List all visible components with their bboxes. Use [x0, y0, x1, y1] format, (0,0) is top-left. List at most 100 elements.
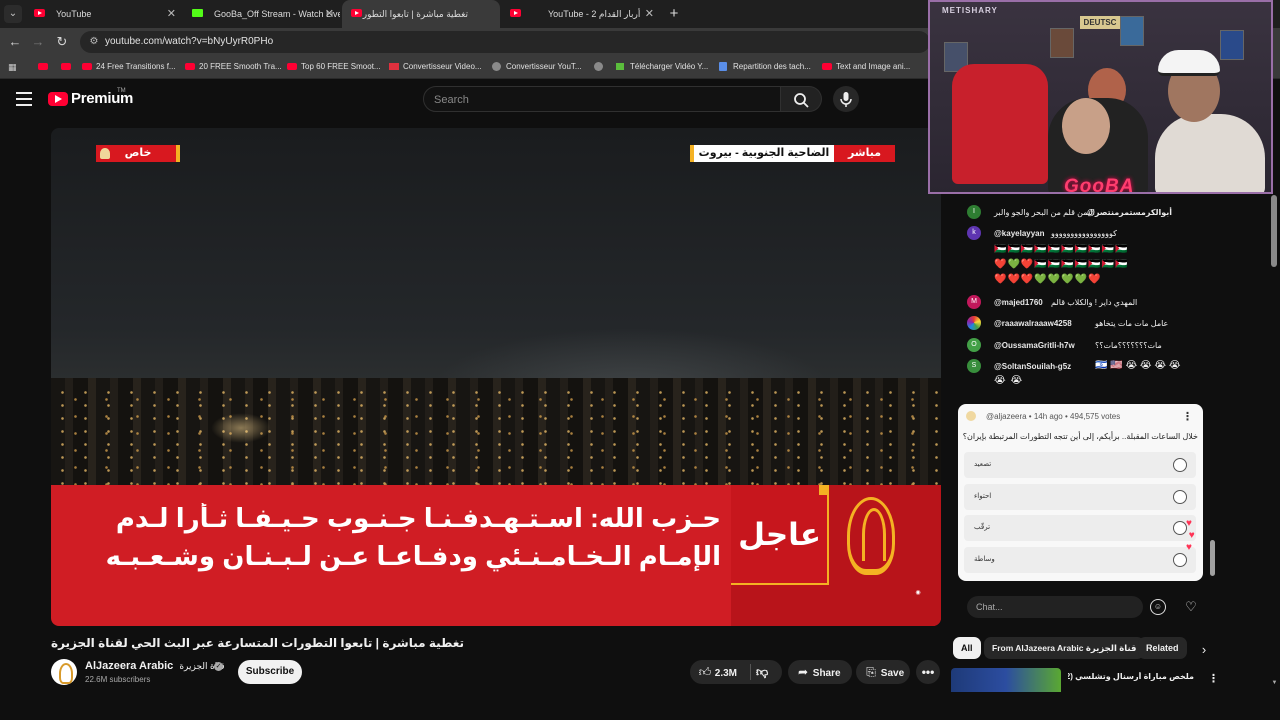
related-video-title[interactable]: ملخص مباراة أرسنال وتشلسي (2-1) | — [1068, 672, 1194, 681]
chat-avatar: M — [967, 295, 981, 309]
chat-user[interactable]: @OussamaGritli-h7w — [994, 341, 1075, 350]
youtube-icon — [82, 63, 92, 70]
chat-avatar: I — [967, 205, 981, 219]
floating-hearts-icon: ♥ ♥ ♥ — [1186, 518, 1195, 553]
site-info-icon[interactable]: ⚙ — [86, 34, 102, 50]
address-bar[interactable]: ⚙ youtube.com/watch?v=bNyUyrR0PHo — [80, 31, 930, 53]
emoji-icon[interactable]: ☺ — [1150, 599, 1166, 615]
chip-all[interactable]: All — [953, 637, 981, 659]
chip-related[interactable]: Related — [1138, 637, 1187, 659]
chat-user[interactable]: @kayelayyan — [994, 229, 1045, 238]
heart-icon[interactable]: ♡ — [1182, 598, 1200, 616]
bookmark[interactable] — [61, 55, 75, 79]
location-label: الضاحية الجنوبية - بيروت — [690, 145, 834, 162]
breaking-news-banner: عاجل حـزب الله: اسـتـهـدفـنـا جـنـوب حـي… — [51, 485, 941, 626]
video-scene-glow — [211, 413, 271, 443]
bookmark-label: 24 Free Transitions f... — [96, 62, 176, 71]
youtube-icon — [61, 63, 71, 70]
close-tab-icon[interactable]: ✕ — [325, 0, 334, 28]
poll-more-icon[interactable]: ⋮ — [1182, 410, 1193, 423]
like-button[interactable]: 👍︎ 2.3M 👎︎ — [690, 660, 782, 684]
channel-name[interactable]: AlJazeera Arabic — [85, 660, 173, 672]
radio-icon[interactable] — [1173, 490, 1187, 504]
channel-avatar[interactable] — [51, 659, 77, 685]
poll-option[interactable]: تصعيد — [964, 452, 1196, 478]
tab-label: تغطية مباشرة | تابعوا التطور — [362, 9, 468, 19]
poll-option[interactable]: ترقّب — [964, 515, 1196, 541]
cam-person — [1155, 114, 1265, 192]
chat-user[interactable]: @أبوالكرمستمرمنتصر — [1087, 208, 1172, 217]
youtube-logo-icon[interactable] — [48, 92, 68, 106]
converter-icon — [492, 62, 501, 71]
close-tab-icon[interactable]: ✕ — [645, 0, 654, 28]
url-text: youtube.com/watch?v=bNyUyrR0PHo — [105, 36, 274, 47]
forward-icon[interactable]: → — [28, 32, 48, 52]
video-player[interactable]: الضاحية الجنوبية - بيروت مباشر خاص عاجل … — [51, 128, 941, 626]
subscribe-button[interactable]: Subscribe — [238, 660, 302, 684]
channel-name-row[interactable]: AlJazeera Arabic قناة الجزيرة — [85, 660, 225, 672]
radio-icon[interactable] — [1173, 458, 1187, 472]
bookmark[interactable]: Repartition des tach... — [719, 55, 811, 79]
chat-user[interactable]: @majed1760 — [994, 298, 1043, 307]
chat-avatar: O — [967, 338, 981, 352]
chat-avatar — [967, 316, 981, 330]
chat-emoji-row: ❤️❤️❤️💚💚💚💚❤️ — [994, 274, 1102, 285]
chat-user[interactable]: @raaawalraaaw4258 — [994, 319, 1072, 328]
download-icon — [616, 63, 624, 70]
chat-input[interactable] — [967, 596, 1143, 618]
z-icon — [389, 63, 399, 70]
scroll-down-icon[interactable]: ▼ — [1271, 680, 1278, 686]
chat-scrollbar[interactable] — [1210, 540, 1215, 576]
poll-option-label: تصعيد — [974, 461, 992, 468]
tab-label: GooBa_Off Stream - Watch Live — [214, 9, 340, 19]
bookmark[interactable]: Top 60 FREE Smoot... — [287, 55, 381, 79]
reload-icon[interactable]: ↻ — [52, 32, 72, 52]
chip-channel[interactable]: From AlJazeera Arabic قناة الجزيرة — [984, 637, 1145, 659]
thumbs-down-icon[interactable]: 👎︎ — [756, 660, 768, 684]
save-button[interactable]: ⎘ Save — [856, 660, 910, 684]
cam-sign: DEUTSC — [1080, 16, 1120, 29]
bookmark[interactable]: Télécharger Vidéo Y... — [616, 55, 708, 79]
bookmark[interactable]: Convertisseur Video... — [389, 55, 482, 79]
poll-option[interactable]: وساطة — [964, 547, 1196, 573]
search-button[interactable] — [781, 86, 822, 112]
chat-user[interactable]: @SoltanSouilah-g5z — [994, 362, 1071, 371]
more-actions-icon[interactable]: ••• — [916, 660, 940, 684]
cam-wall-frame — [1220, 30, 1244, 60]
headline-line-2: الإمـام الـخـامـنـئي ودفـاعـا عـن لـبـنـ… — [105, 541, 721, 571]
bookmark[interactable]: 20 FREE Smooth Tra... — [185, 55, 282, 79]
close-tab-icon[interactable]: ✕ — [167, 0, 176, 28]
apps-icon[interactable]: ▦ — [8, 62, 18, 72]
browser-tab-active[interactable]: تغطية مباشرة | تابعوا التطور ✕ — [342, 0, 500, 28]
search-input[interactable] — [434, 91, 764, 109]
like-divider — [750, 664, 751, 680]
voice-search-button[interactable] — [833, 86, 859, 112]
bookmark-label: Top 60 FREE Smoot... — [301, 62, 381, 71]
back-icon[interactable]: ← — [5, 32, 25, 52]
poll-meta: @aljazeera • 14h ago • 494,575 votes — [986, 412, 1121, 421]
share-button[interactable]: ➦ Share — [788, 660, 852, 684]
browser-tab[interactable]: GooBa_Off Stream - Watch Live ✕ — [182, 0, 340, 28]
bookmark[interactable] — [38, 55, 52, 79]
radio-icon[interactable] — [1173, 553, 1187, 567]
tab-search-icon[interactable]: ⌄ — [4, 5, 22, 23]
bookmark[interactable]: 24 Free Transitions f... — [82, 55, 176, 79]
page-scrollbar[interactable] — [1271, 195, 1277, 267]
menu-icon[interactable] — [16, 92, 32, 106]
chevron-right-icon[interactable]: › — [1196, 640, 1212, 660]
gaming-chair — [952, 64, 1048, 184]
youtube-icon — [185, 63, 195, 70]
bookmark[interactable] — [594, 55, 608, 79]
new-tab-icon[interactable]: + — [664, 4, 684, 24]
cam-cap — [1158, 50, 1220, 76]
browser-tab[interactable]: YouTube ✕ — [24, 0, 182, 28]
poll-option[interactable]: احتواء — [964, 484, 1196, 510]
related-video-thumbnail[interactable] — [951, 668, 1061, 692]
browser-tab[interactable]: YouTube - 2 أربار القدام ✕ — [500, 0, 660, 28]
bookmark[interactable]: Text and Image ani... — [822, 55, 910, 79]
chat-text: المهدي داير ! والكلاب قالم — [1051, 298, 1138, 307]
subscriber-count: 22.6M subscribers — [85, 675, 151, 684]
radio-icon[interactable] — [1173, 521, 1187, 535]
related-more-icon[interactable]: ⋮ — [1208, 672, 1219, 685]
bookmark[interactable]: Convertisseur YouT... — [492, 55, 582, 79]
